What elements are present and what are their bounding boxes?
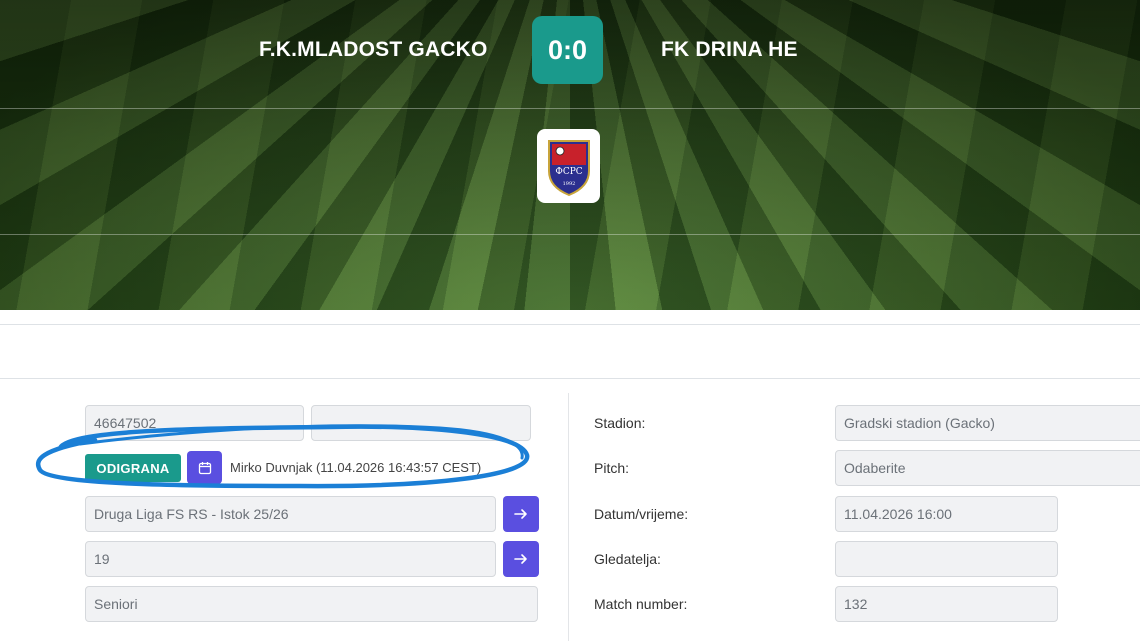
match-id-field[interactable]: 46647502: [85, 405, 304, 441]
spectators-field[interactable]: [835, 541, 1058, 577]
federation-logo: ФСРС 1992: [537, 129, 600, 203]
banner-divider: [0, 108, 1140, 109]
pitch-label: Pitch:: [594, 460, 630, 476]
stadion-field[interactable]: Gradski stadion (Gacko): [835, 405, 1140, 441]
stadion-label: Stadion:: [594, 415, 646, 431]
section-divider: [0, 378, 1140, 379]
datetime-label: Datum/vrijeme:: [594, 506, 689, 522]
match-header-banner: F.K.MLADOST GACKO 0:0 FK DRINA HE ФСРС 1…: [0, 0, 1140, 310]
league-field[interactable]: Druga Liga FS RS - Istok 25/26: [85, 496, 496, 532]
panel-divider: [568, 393, 569, 641]
away-team-name: FK DRINA HE: [661, 38, 798, 61]
banner-divider: [0, 234, 1140, 235]
svg-text:ФСРС: ФСРС: [555, 167, 582, 177]
spectators-label: Gledatelja:: [594, 551, 661, 567]
svg-text:1992: 1992: [562, 181, 575, 187]
league-go-button[interactable]: [503, 496, 539, 532]
arrow-right-icon: [514, 509, 527, 519]
status-info-text: Mirko Duvnjak (11.04.2026 16:43:57 CEST): [230, 460, 482, 475]
arrow-right-icon: [514, 554, 527, 564]
calendar-icon: [198, 461, 211, 474]
calendar-button[interactable]: [187, 451, 222, 484]
round-go-button[interactable]: [503, 541, 539, 577]
match-number-field[interactable]: 132: [835, 586, 1058, 622]
score-box: 0:0: [532, 16, 603, 84]
secondary-id-field[interactable]: [311, 405, 531, 441]
section-divider: [0, 324, 1140, 325]
match-number-label: Match number:: [594, 596, 688, 612]
pitch-select[interactable]: Odaberite: [835, 450, 1140, 486]
category-field[interactable]: Seniori: [85, 586, 538, 622]
federation-crest-icon: ФСРС 1992: [547, 140, 590, 197]
datetime-field[interactable]: 11.04.2026 16:00: [835, 496, 1058, 532]
round-field[interactable]: 19: [85, 541, 496, 577]
status-badge: ODIGRANA: [85, 454, 181, 482]
home-team-name: F.K.MLADOST GACKO: [259, 38, 488, 61]
